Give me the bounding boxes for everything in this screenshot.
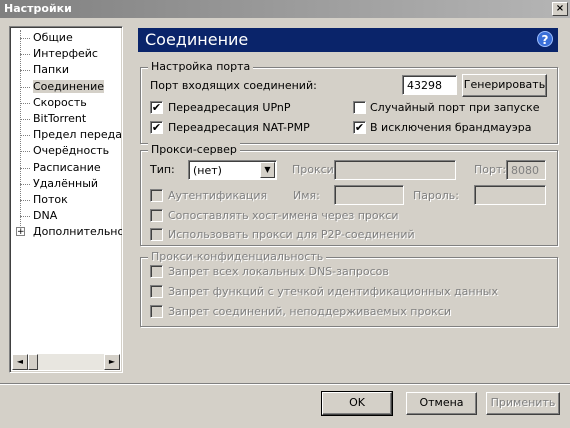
tree-connector [20, 86, 30, 88]
tree-connector [20, 167, 30, 169]
sidebar-item[interactable]: + Дополнительно [16, 224, 123, 240]
proxy-host-label: Прокси: [292, 163, 338, 176]
resolve-hostnames-checkbox[interactable] [150, 209, 163, 222]
sidebar-item[interactable]: Очерёдность [16, 143, 122, 159]
proxy-port-input[interactable]: 8080 [506, 160, 546, 180]
sidebar-item[interactable]: Интерфейс [16, 46, 122, 62]
sidebar-item-label: Папки [33, 63, 69, 77]
apply-button[interactable]: Применить [486, 392, 560, 415]
leak-block-checkbox[interactable] [150, 285, 163, 298]
panel-header: Соединение ? [138, 28, 558, 52]
sidebar-item-label: Дополнительно [33, 225, 123, 239]
window-title: Настройки [4, 2, 72, 15]
scroll-thumb[interactable] [28, 354, 38, 370]
tree-connector [20, 151, 30, 153]
sidebar-item[interactable]: Расписание [16, 160, 122, 176]
tree-connector [20, 183, 30, 185]
sidebar-item-label: Общие [33, 31, 73, 44]
port-input[interactable]: 43298 [402, 75, 457, 95]
scroll-left-icon[interactable]: ◄ [12, 354, 28, 370]
tree-connector [20, 118, 30, 120]
sidebar-item-label: Очерёдность [33, 144, 110, 158]
proxy-privacy-group: Прокси-конфиденциальность Запрет всех ло… [140, 250, 558, 327]
p2p-proxy-label: Использовать прокси для P2P-соединений [168, 228, 415, 241]
random-port-checkbox[interactable] [353, 101, 366, 114]
proxy-privacy-legend: Прокси-конфиденциальность [148, 250, 327, 263]
panel-title: Соединение [145, 30, 249, 49]
auth-label: Аутентификация [168, 189, 268, 202]
proxy-port-label: Порт: [474, 163, 507, 176]
proxy-host-input[interactable] [334, 160, 456, 180]
tree-horizontal-scrollbar[interactable]: ◄ ► [12, 354, 120, 370]
sidebar-item-label: Интерфейс [33, 47, 98, 61]
firewall-checkbox[interactable]: ✔ [353, 121, 366, 134]
dns-block-label: Запрет всех локальных DNS-запросов [168, 265, 389, 278]
proxy-server-legend: Прокси-сервер [148, 143, 240, 156]
sidebar-item[interactable]: Общие [16, 30, 122, 46]
p2p-proxy-checkbox[interactable] [150, 228, 163, 241]
sidebar-item-label: Скорость [33, 95, 87, 109]
port-settings-group: Настройка порта Порт входящих соединений… [140, 60, 558, 144]
scroll-right-icon[interactable]: ► [104, 354, 120, 370]
username-input[interactable] [334, 185, 404, 205]
proxy-type-value: (нет) [193, 164, 222, 177]
proxy-type-label: Тип: [150, 163, 175, 176]
help-icon[interactable]: ? [537, 31, 553, 47]
tree-list: Общие Интерфейс Папки Соединение Скорость Bit… [16, 30, 123, 240]
tree-connector [20, 38, 30, 39]
ok-button[interactable]: OK [321, 391, 393, 416]
sidebar-item[interactable]: BitTorrent [16, 111, 122, 127]
tree-connector [20, 70, 30, 72]
tree-connector [20, 135, 30, 137]
tree-connector [20, 199, 30, 201]
password-input[interactable] [474, 185, 546, 205]
proxy-type-select[interactable]: (нет) ▼ [188, 160, 277, 180]
tree-connector [20, 216, 30, 218]
sidebar-item-label: Расписание [33, 160, 101, 174]
leak-block-label: Запрет функций с утечкой идентификационн… [168, 285, 498, 298]
sidebar-item[interactable]: Скорость [16, 95, 122, 111]
sidebar-item[interactable]: Соединение [16, 79, 122, 95]
proxy-server-group: Прокси-сервер Тип: (нет) ▼ Прокси: Порт:… [140, 143, 558, 246]
unsupported-block-checkbox[interactable] [150, 305, 163, 318]
close-button[interactable]: × [552, 2, 568, 16]
auth-checkbox[interactable] [150, 189, 163, 202]
expand-plus-icon[interactable]: + [16, 227, 25, 237]
sidebar-item-label: Удалённый [33, 176, 99, 190]
port-settings-legend: Настройка порта [148, 60, 254, 73]
natpmp-label: Переадресация NAT-PMP [168, 121, 310, 134]
sidebar-item-label: Поток [33, 192, 68, 206]
unsupported-block-label: Запрет соединений, неподдерживаемых прок… [168, 305, 452, 318]
upnp-label: Переадресация UPnP [168, 101, 291, 114]
username-label: Имя: [293, 189, 320, 202]
footer-separator [0, 383, 570, 385]
sidebar-item-label: DNA [33, 209, 58, 223]
sidebar-item-label: BitTorrent [33, 111, 87, 125]
sidebar-item[interactable]: Предел передачи [16, 127, 122, 143]
sidebar-item-label: Предел передачи [33, 128, 122, 142]
sidebar-item-label: Соединение [33, 79, 105, 93]
firewall-label: В исключения брандмауэра [370, 121, 532, 134]
sidebar-item[interactable]: Папки [16, 62, 122, 78]
cancel-button[interactable]: Отмена [406, 392, 477, 415]
generate-button[interactable]: Генерировать [462, 74, 547, 97]
natpmp-checkbox[interactable]: ✔ [150, 121, 163, 134]
title-bar: Настройки × [0, 0, 570, 18]
random-port-label: Случайный порт при запуске [370, 101, 540, 114]
upnp-checkbox[interactable]: ✔ [150, 101, 163, 114]
password-label: Пароль: [413, 189, 459, 202]
resolve-hostnames-label: Сопоставлять хост-имена через прокси [168, 209, 399, 222]
settings-tree[interactable]: Общие Интерфейс Папки Соединение Скорость Bit… [9, 26, 123, 373]
tree-connector [20, 54, 30, 56]
dns-block-checkbox[interactable] [150, 265, 163, 278]
sidebar-item[interactable]: DNA [16, 208, 122, 224]
sidebar-item[interactable]: Удалённый [16, 176, 122, 192]
chevron-down-icon[interactable]: ▼ [260, 162, 275, 178]
sidebar-item[interactable]: Поток [16, 192, 122, 208]
tree-connector [20, 102, 30, 104]
port-label: Порт входящих соединений: [150, 79, 317, 92]
